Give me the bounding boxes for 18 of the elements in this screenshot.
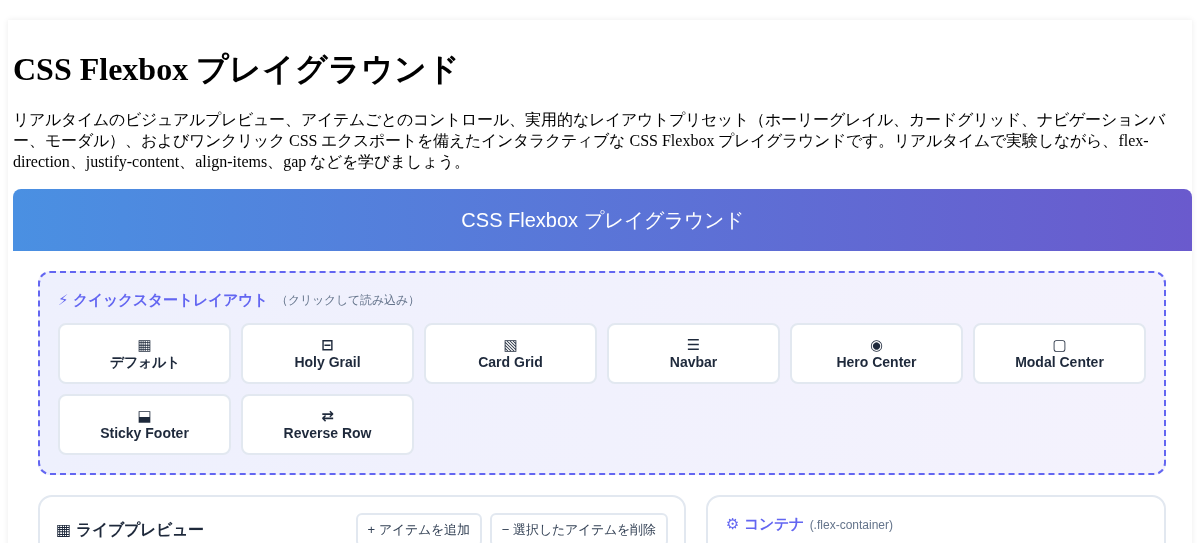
preset-button[interactable]: ☰ Navbar [607,323,780,385]
preview-action-button[interactable]: + アイテムを追加 [355,513,482,543]
page-description: リアルタイムのビジュアルプレビュー、アイテムごとのコントロール、実用的なレイアウトプリセット（ホーリーグレイル、カードグリッド、ナビゲーションバー、モーダル）、およびワンクリック CSS エクスポートを備えたインタラクティブな CSS Flexbox プレイグラウンドです。リアルタイムで実験しながら、flex-direction、justify-content、align-items、gap などを学びましょう。 [13,110,1166,173]
page-title: CSS Flexbox プレイグラウンド [13,50,462,89]
preset-button[interactable]: ◉ Hero Center [790,323,963,385]
preset-button[interactable]: ▧ Card Grid [424,323,597,385]
preset-button[interactable]: ▢ Modal Center [973,323,1146,385]
quick-start-title: ⚡ クイックスタートレイアウト [58,289,268,310]
preset-button[interactable]: ⇄ Reverse Row [241,394,414,456]
preset-button[interactable]: ⬓ Sticky Footer [58,394,231,456]
preview-action-button[interactable]: − 選択したアイテムを削除 [489,513,668,543]
container-subtitle: (.flex-container) [809,516,893,534]
app-header: CSS Flexbox プレイグラウンド [13,188,1192,251]
preview-title: ▦ ライブプレビュー [56,520,204,541]
preset-button[interactable]: ▦ デフォルト [58,323,231,385]
quick-start-hint: （クリックして読み込み） [275,292,420,310]
container-title: ⚙ コンテナ [726,514,804,535]
preset-button[interactable]: ⊟ Holy Grail [241,323,414,385]
